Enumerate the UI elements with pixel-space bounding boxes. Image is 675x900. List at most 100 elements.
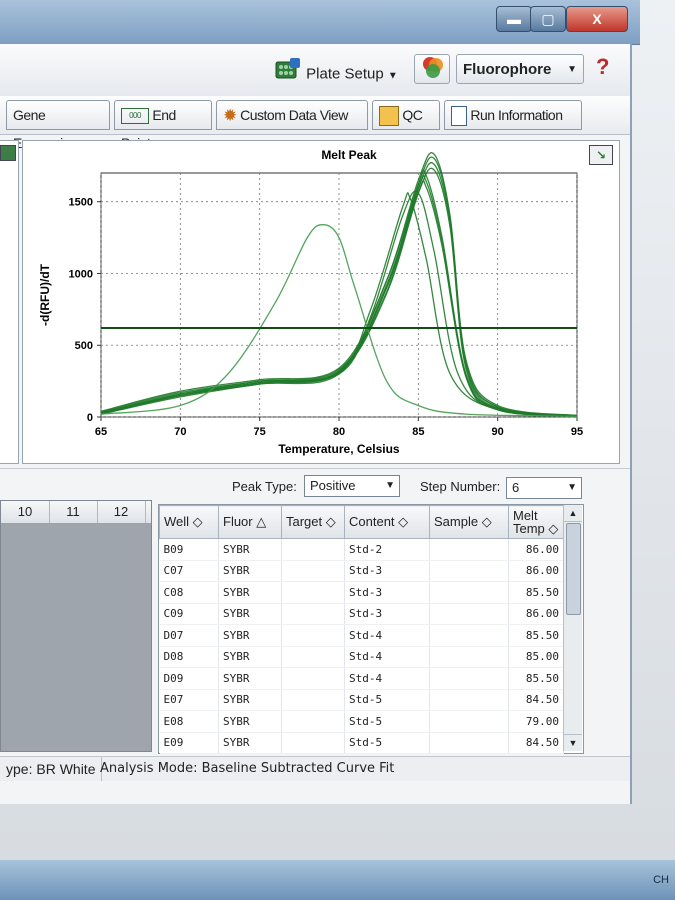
column-header-label: Fluor (223, 514, 253, 529)
plate-setup-button[interactable]: Plate Setup ▼ (268, 56, 408, 86)
column-header-target[interactable]: Target ◇ (281, 505, 345, 539)
x-tick-label: 70 (174, 426, 186, 438)
table-cell (281, 667, 345, 690)
column-header-melt-temp[interactable]: Melt Temp ◇ (508, 505, 564, 539)
tab-custom-data-view[interactable]: ✹ Custom Data View (216, 100, 368, 130)
table-cell (429, 560, 509, 582)
color-balls-icon (421, 55, 445, 90)
tab-gene-expression[interactable]: Gene Expression (6, 100, 110, 151)
expand-icon[interactable] (0, 145, 16, 161)
table-cell: 85.50 (508, 667, 564, 690)
table-cell: D07 (159, 624, 219, 647)
table-cell (429, 667, 509, 690)
language-indicator-icon[interactable]: CH (653, 874, 669, 886)
sort-icon: ◇ (325, 514, 336, 529)
amplification-panel-edge (0, 140, 19, 464)
peak-type-select[interactable]: Positive ▼ (304, 475, 400, 497)
document-icon (451, 106, 467, 127)
table-cell: Std-3 (344, 581, 430, 604)
table-body: B09 SYBR Std-2 86.00 C07 SYBR Std-3 86.00 C08 SYB… (159, 538, 564, 754)
column-header-label: Well (164, 514, 190, 529)
chevron-down-icon: ▼ (385, 480, 395, 491)
minimize-button[interactable]: ▬ (496, 6, 532, 32)
table-row[interactable]: C08 SYBR Std-3 85.50 (159, 581, 564, 604)
melt-peak-chart: 65 70 75 80 85 90 95 0 500 1000 1500 Melt Peak Tempe… (38, 148, 583, 456)
table-cell: SYBR (218, 732, 282, 754)
table-row[interactable]: E07 SYBR Std-5 84.50 (159, 689, 564, 711)
column-header-sample[interactable]: Sample ◇ (429, 505, 509, 539)
table-header-row: Well ◇ Fluor △ Target ◇ Content ◇ Sample… (159, 505, 564, 539)
plate-column-10[interactable]: 10 (1, 501, 50, 523)
table-cell: SYBR (218, 538, 282, 561)
table-cell (429, 624, 509, 647)
system-tray[interactable]: CH (653, 874, 669, 886)
table-cell (429, 646, 509, 668)
status-bar: ype: BR White Analysis Mode: Baseline Su… (0, 756, 630, 781)
app-window: Plate Setup ▼ Fluorophore ▼ ? Gene 000 E… (0, 44, 632, 804)
table-cell (281, 581, 345, 604)
table-row[interactable]: D08 SYBR Std-4 85.00 (159, 646, 564, 668)
table-scrollbar[interactable]: ▲ ▼ (563, 505, 582, 751)
close-button[interactable]: X (566, 6, 628, 32)
plate-column-12[interactable]: 12 (97, 501, 146, 523)
table-cell: C09 (159, 603, 219, 625)
table-cell (429, 538, 509, 561)
tab-end-point[interactable]: 000 End Point (114, 100, 212, 151)
y-axis-label: -d(RFU)/dT (38, 263, 52, 326)
scroll-down-icon[interactable]: ▼ (564, 734, 582, 751)
table-cell: SYBR (218, 624, 282, 647)
plate-setup-label: Plate Setup (306, 65, 384, 83)
table-cell: Std-5 (344, 689, 430, 711)
step-number-select[interactable]: 6 ▼ (506, 477, 582, 499)
qc-icon (379, 106, 399, 127)
tab-qc[interactable]: QC (372, 100, 440, 130)
plate-column-11[interactable]: 11 (49, 501, 98, 523)
table-cell (429, 689, 509, 711)
scrollbar-thumb[interactable] (566, 523, 581, 615)
table-cell: E08 (159, 710, 219, 733)
table-row[interactable]: C09 SYBR Std-3 86.00 (159, 603, 564, 625)
table-row[interactable]: D07 SYBR Std-4 85.50 (159, 624, 564, 647)
table-cell (281, 560, 345, 582)
table-cell: SYBR (218, 646, 282, 668)
table-cell (429, 710, 509, 733)
table-cell: 84.50 (508, 732, 564, 754)
plate-grid[interactable]: 10 11 12 (0, 500, 152, 752)
column-header-label: Content (349, 514, 395, 529)
fluorophore-dropdown[interactable]: Fluorophore ▼ (456, 54, 584, 84)
results-table: Well ◇ Fluor △ Target ◇ Content ◇ Sample… (159, 505, 564, 754)
column-header-fluor[interactable]: Fluor △ (218, 505, 282, 539)
table-cell: Std-4 (344, 624, 430, 647)
y-tick-label: 500 (75, 340, 93, 352)
table-cell (281, 624, 345, 647)
table-row[interactable]: E08 SYBR Std-5 79.00 (159, 710, 564, 733)
table-row[interactable]: C07 SYBR Std-3 86.00 (159, 560, 564, 582)
table-cell (281, 732, 345, 754)
column-header-well[interactable]: Well ◇ (159, 505, 219, 539)
x-tick-label: 80 (333, 426, 345, 438)
table-cell: Std-2 (344, 538, 430, 561)
maximize-button[interactable]: ▢ (530, 6, 566, 32)
help-icon[interactable]: ? (596, 54, 609, 80)
table-cell (429, 581, 509, 604)
end-point-icon: 000 (121, 108, 149, 125)
y-tick-label: 0 (87, 412, 93, 424)
gear-icon: ✹ (223, 106, 237, 126)
table-cell: Std-5 (344, 732, 430, 754)
desktop: ▬ ▢ X Plate Setup ▼ Fluorophore ▼ ? Gene… (0, 0, 675, 900)
table-row[interactable]: D09 SYBR Std-4 85.50 (159, 667, 564, 690)
table-cell: Std-4 (344, 667, 430, 690)
fluorophore-color-button[interactable] (414, 54, 450, 84)
x-tick-label: 85 (412, 426, 424, 438)
table-row[interactable]: E09 SYBR Std-5 84.50 (159, 732, 564, 754)
column-header-label: Melt Temp (513, 508, 545, 536)
tab-run-information[interactable]: Run Information (444, 100, 582, 130)
column-header-content[interactable]: Content ◇ (344, 505, 430, 539)
scroll-up-icon[interactable]: ▲ (564, 505, 582, 522)
table-cell: B09 (159, 538, 219, 561)
table-row[interactable]: B09 SYBR Std-2 86.00 (159, 538, 564, 561)
table-cell: 86.00 (508, 560, 564, 582)
table-cell (281, 646, 345, 668)
tab-custom-data-view-label: Custom Data View (240, 107, 348, 123)
expand-chart-icon[interactable]: ↘ (589, 145, 613, 165)
